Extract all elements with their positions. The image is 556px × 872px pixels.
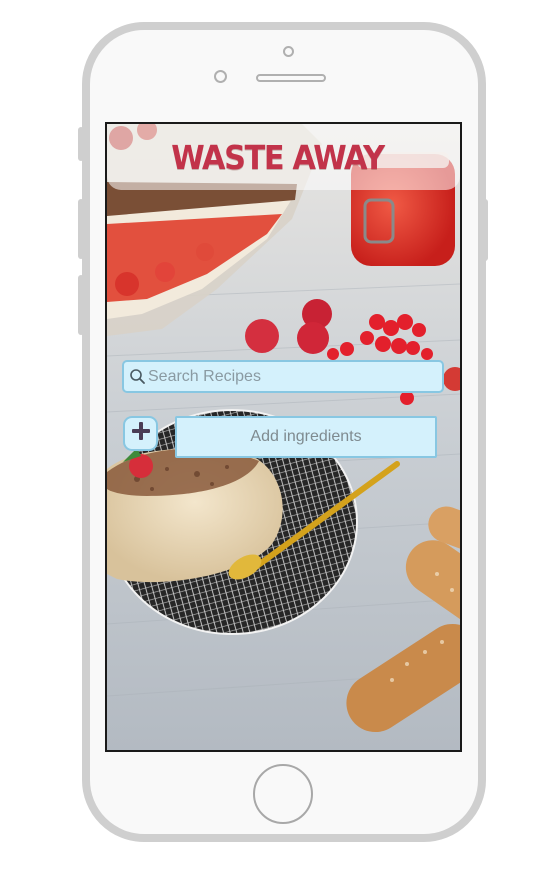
header-banner: WASTE AWAY: [107, 124, 460, 190]
app-title: WASTE AWAY: [171, 138, 385, 177]
search-icon: [129, 368, 146, 390]
volume-down-button: [78, 275, 84, 335]
search-bar[interactable]: [122, 360, 444, 393]
app-screen: WASTE AWAY Add ingredients: [105, 122, 462, 752]
power-button: [482, 199, 488, 261]
front-camera: [283, 46, 294, 57]
volume-up-button: [78, 199, 84, 259]
add-ingredients-field[interactable]: Add ingredients: [175, 416, 437, 458]
plus-icon: [130, 420, 152, 447]
search-input[interactable]: [148, 362, 438, 391]
proximity-sensor: [214, 70, 227, 83]
earpiece-speaker: [256, 74, 326, 82]
silent-switch: [78, 127, 84, 161]
home-button[interactable]: [253, 764, 313, 824]
add-ingredient-button[interactable]: [123, 416, 158, 451]
